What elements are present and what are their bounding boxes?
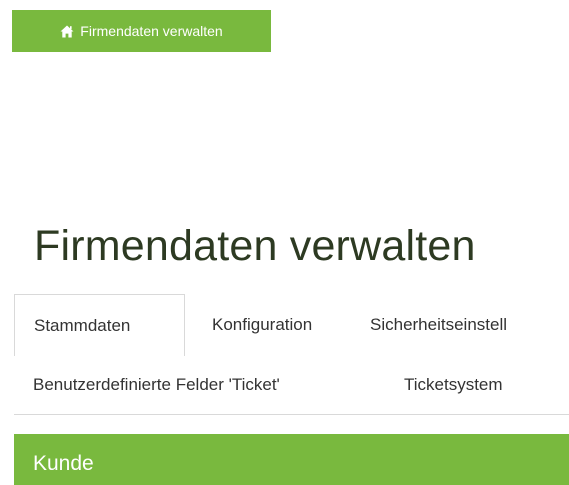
page-title: Firmendaten verwalten bbox=[34, 222, 476, 270]
page: Firmendaten verwalten Firmendaten verwal… bbox=[0, 0, 569, 485]
tab-ticketsystem[interactable]: Ticketsystem bbox=[404, 375, 503, 395]
firmendaten-verwalten-button[interactable]: Firmendaten verwalten bbox=[12, 10, 271, 52]
tab-sicherheitseinstellungen[interactable]: Sicherheitseinstell bbox=[370, 315, 507, 335]
section-title: Kunde bbox=[33, 452, 94, 475]
tab-benutzerdefinierte-felder-ticket[interactable]: Benutzerdefinierte Felder 'Ticket' bbox=[33, 375, 280, 395]
tab-bar: Stammdaten Konfiguration Sicherheitseins… bbox=[14, 294, 569, 416]
tab-konfiguration[interactable]: Konfiguration bbox=[212, 315, 312, 335]
section-header-kunde: Kunde bbox=[14, 434, 569, 485]
firmendaten-verwalten-label: Firmendaten verwalten bbox=[80, 23, 223, 39]
tab-bar-divider bbox=[14, 414, 569, 415]
home-icon bbox=[60, 25, 74, 38]
tab-stammdaten[interactable]: Stammdaten bbox=[14, 294, 185, 356]
